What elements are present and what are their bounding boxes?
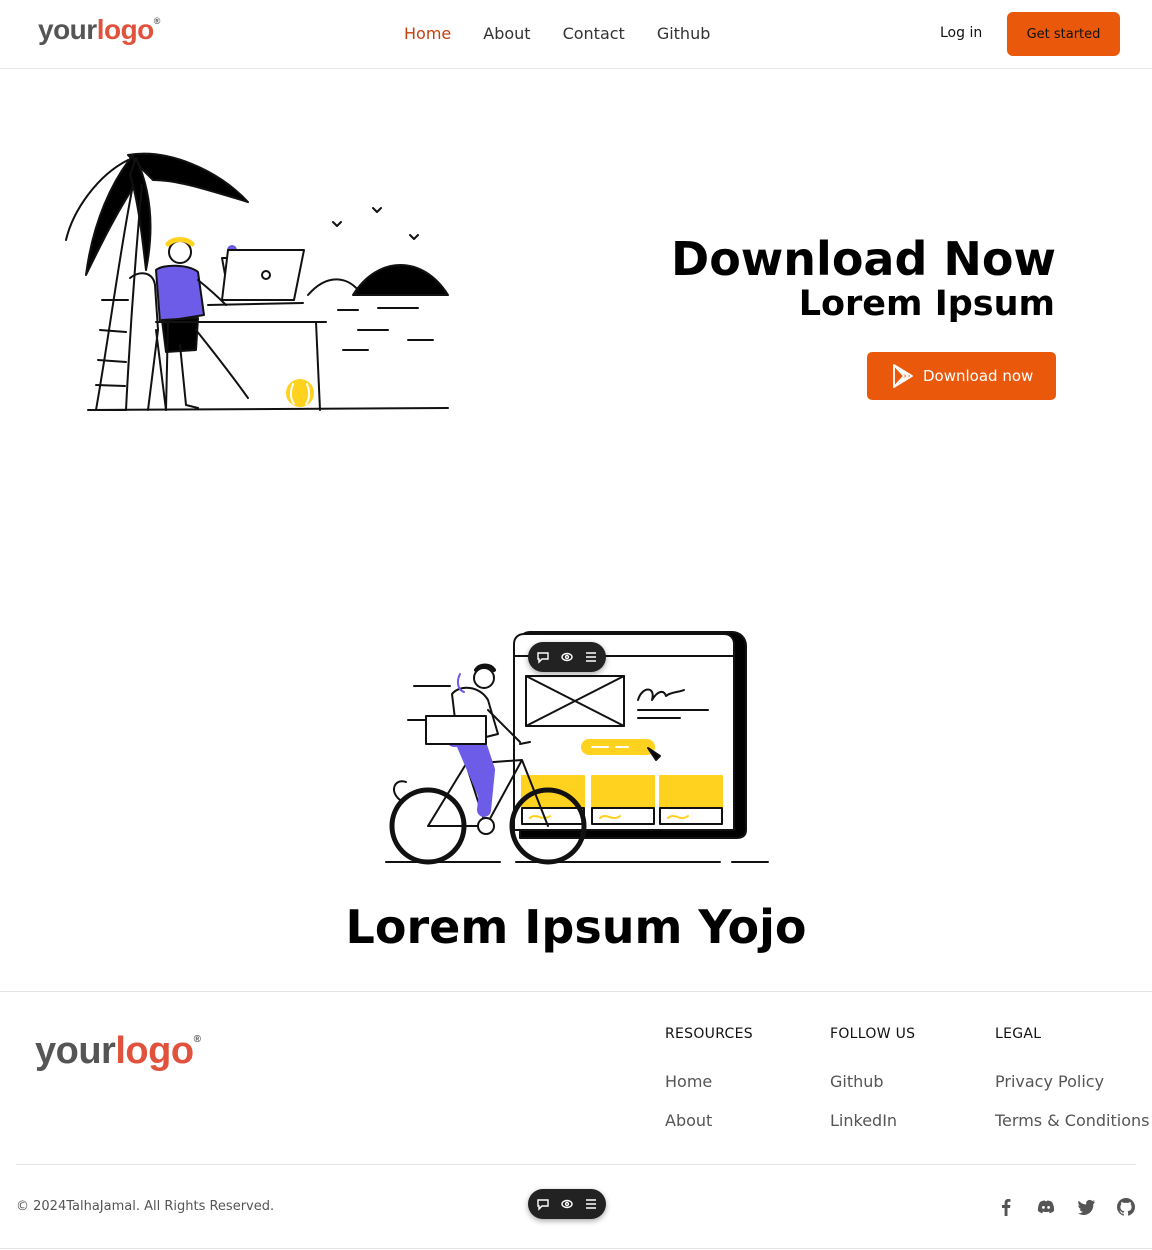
list-icon[interactable] — [584, 650, 598, 664]
social-links — [995, 1196, 1137, 1218]
footer-col-legal: LEGAL Privacy Policy Terms & Conditions — [995, 1026, 1149, 1150]
github-icon[interactable] — [1115, 1196, 1137, 1218]
footer-col-resources: RESOURCES Home About — [665, 1026, 753, 1150]
nav-home[interactable]: Home — [404, 24, 451, 43]
section-title: Lorem Ipsum Yojo — [345, 900, 807, 954]
main-nav: Home About Contact Github — [404, 24, 742, 43]
footer-link-about[interactable]: About — [665, 1111, 753, 1130]
nav-contact[interactable]: Contact — [563, 24, 625, 43]
footer-divider-bottom — [0, 1248, 1152, 1249]
facebook-icon[interactable] — [995, 1196, 1017, 1218]
hero-title: Download Now — [671, 232, 1056, 286]
footer-link-privacy[interactable]: Privacy Policy — [995, 1072, 1149, 1091]
play-store-icon — [893, 364, 913, 388]
download-now-button[interactable]: Download now — [867, 352, 1056, 400]
footer-link-linkedin[interactable]: LinkedIn — [830, 1111, 915, 1130]
list-icon[interactable] — [584, 1197, 598, 1211]
twitter-icon[interactable] — [1075, 1196, 1097, 1218]
hero-subtitle: Lorem Ipsum — [798, 284, 1055, 324]
nav-github[interactable]: Github — [657, 24, 711, 43]
eye-icon[interactable] — [560, 650, 574, 664]
footer-heading-follow: FOLLOW US — [830, 1026, 916, 1042]
copyright-text: © 2024TalhaJamal. All Rights Reserved. — [16, 1199, 275, 1214]
footer-divider-top — [0, 991, 1152, 992]
site-header: yourlogo® Home About Contact Github Log … — [0, 0, 1152, 69]
get-started-button[interactable]: Get started — [1007, 12, 1120, 56]
comment-icon[interactable] — [536, 1197, 550, 1211]
floating-toolbar-bottom[interactable] — [528, 1189, 606, 1219]
floating-toolbar-top[interactable] — [528, 642, 606, 672]
footer-col-follow: FOLLOW US Github LinkedIn — [830, 1026, 915, 1150]
footer-heading-resources: RESOURCES — [665, 1026, 753, 1042]
footer-link-home[interactable]: Home — [665, 1072, 753, 1091]
comment-icon[interactable] — [536, 650, 550, 664]
hero-illustration — [65, 152, 449, 411]
footer-heading-legal: LEGAL — [995, 1026, 1042, 1042]
login-link[interactable]: Log in — [940, 25, 982, 41]
nav-about[interactable]: About — [483, 24, 530, 43]
header-logo[interactable]: yourlogo® — [38, 14, 160, 46]
footer-link-terms[interactable]: Terms & Conditions — [995, 1111, 1149, 1130]
download-now-label: Download now — [923, 367, 1034, 385]
discord-icon[interactable] — [1035, 1196, 1057, 1218]
footer-divider — [16, 1164, 1136, 1165]
footer-link-github[interactable]: Github — [830, 1072, 915, 1091]
footer-logo[interactable]: yourlogo® — [35, 1030, 201, 1073]
eye-icon[interactable] — [560, 1197, 574, 1211]
